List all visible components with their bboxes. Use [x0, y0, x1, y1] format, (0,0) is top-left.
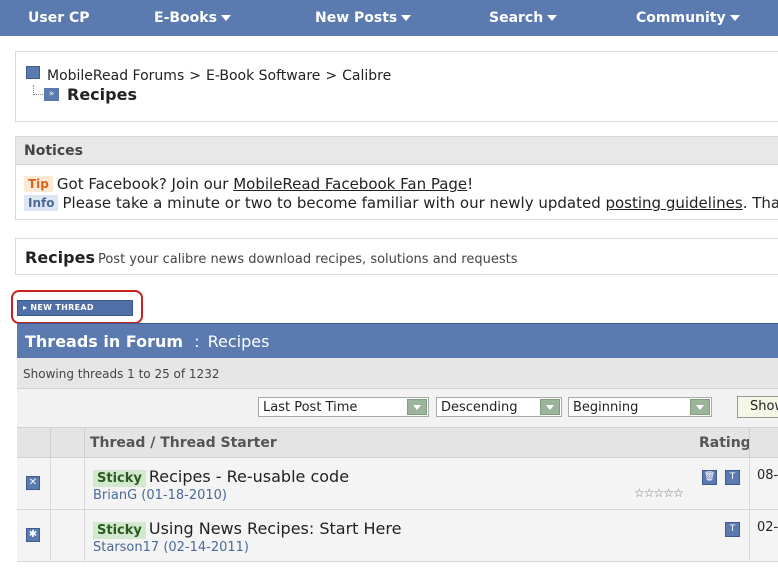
- thread-title-link[interactable]: Sticky Using News Recipes: Start Here: [93, 519, 401, 539]
- breadcrumb-separator: >: [189, 68, 201, 84]
- column-divider: [749, 428, 750, 457]
- nav-label: Community: [636, 10, 726, 26]
- notices-box: Notices Tip Got Facebook? Join our Mobile…: [15, 136, 778, 220]
- posting-guidelines-link[interactable]: posting guidelines: [605, 194, 742, 212]
- chevron-down-icon: [401, 15, 412, 21]
- sort-by-select[interactable]: Last Post Time: [258, 397, 429, 417]
- nav-label: Search: [489, 10, 544, 26]
- date-range-value: Beginning: [573, 400, 639, 415]
- tip-badge: Tip: [24, 176, 53, 192]
- breadcrumb-separator: >: [325, 68, 338, 84]
- new-thread-button[interactable]: ▸ NEW THREAD: [17, 300, 133, 316]
- notice-info: Info Please take a minute or two to becom…: [24, 194, 778, 212]
- info-badge: Info: [24, 195, 59, 211]
- status-cell: ✕: [17, 458, 51, 509]
- chevron-down-icon: [220, 15, 231, 21]
- chevron-down-icon: [729, 15, 740, 21]
- trash-icon[interactable]: 🗑: [702, 470, 717, 485]
- last-post-date: 08-: [757, 468, 778, 483]
- notice-text: . Thanks!: [742, 194, 778, 212]
- table-row: ✕ Sticky Recipes - Re-usable code BrianG …: [17, 458, 778, 510]
- nav-community[interactable]: Community: [636, 10, 740, 26]
- threads-header: Threads in Forum : Recipes: [17, 323, 778, 358]
- nav-label: E-Books: [154, 10, 217, 26]
- page-title: Recipes: [67, 85, 137, 104]
- top-navbar: User CP E-Books New Posts Search Communi…: [0, 0, 778, 36]
- forum-home-icon[interactable]: [26, 66, 40, 79]
- starter-name[interactable]: Starson17: [93, 540, 159, 555]
- notice-tip: Tip Got Facebook? Join our MobileRead Fac…: [24, 175, 473, 193]
- tree-connector: [33, 85, 43, 95]
- date-range-select[interactable]: Beginning: [568, 397, 712, 417]
- notice-text: Got Facebook? Join our: [56, 175, 234, 193]
- icon-column-header: [51, 428, 85, 457]
- nav-label: New Posts: [315, 10, 398, 26]
- last-post-date: 02-: [757, 520, 778, 535]
- notice-text: !: [467, 175, 474, 193]
- threads-forum-name: Recipes: [207, 332, 270, 351]
- facebook-fan-page-link[interactable]: MobileRead Facebook Fan Page: [233, 175, 467, 193]
- attachment-icon[interactable]: T: [725, 470, 740, 485]
- status-cell: ✱: [17, 510, 51, 561]
- threads-count: Showing threads 1 to 25 of 1232: [17, 358, 778, 389]
- forward-arrow-icon: »: [44, 88, 59, 101]
- threads-separator: :: [194, 332, 200, 351]
- chevron-down-icon: [407, 399, 427, 415]
- breadcrumb-link-calibre[interactable]: Calibre: [342, 68, 391, 84]
- notice-text: Please take a minute or two to become fa…: [62, 194, 606, 212]
- starter-name[interactable]: BrianG: [93, 488, 137, 503]
- nav-user-cp[interactable]: User CP: [28, 10, 90, 26]
- nav-new-posts[interactable]: New Posts: [315, 10, 412, 26]
- chevron-down-icon: [690, 399, 710, 415]
- thread-column-header[interactable]: Thread / Thread Starter: [90, 435, 277, 451]
- breadcrumb-link-mobileread[interactable]: MobileRead Forums: [47, 68, 184, 84]
- icon-cell: [51, 458, 85, 509]
- show-threads-button[interactable]: Show T: [737, 396, 778, 418]
- thread-title-link[interactable]: Sticky Recipes - Re-usable code: [93, 467, 349, 487]
- column-divider: [749, 510, 750, 561]
- threads-title: Threads in Forum: [25, 332, 184, 351]
- breadcrumb-link-ebook-software[interactable]: E-Book Software: [206, 68, 320, 84]
- sticky-badge: Sticky: [93, 470, 146, 487]
- attachment-icon[interactable]: T: [725, 522, 740, 537]
- sticky-badge: Sticky: [93, 522, 146, 539]
- forum-description: Post your calibre news download recipes,…: [97, 252, 518, 267]
- start-date: (01-18-2010): [141, 488, 227, 503]
- thread-starter: BrianG (01-18-2010): [93, 488, 227, 503]
- rating-column-header[interactable]: Rating: [699, 435, 751, 451]
- notices-heading: Notices: [16, 137, 778, 165]
- start-date: (02-14-2011): [163, 540, 250, 555]
- forum-description-box: Recipes Post your calibre news download r…: [15, 238, 778, 275]
- column-divider: [749, 458, 750, 509]
- thread-list-header: Thread / Thread Starter Rating: [17, 427, 778, 458]
- nav-label: User CP: [28, 10, 90, 26]
- sort-order-select[interactable]: Descending: [436, 397, 562, 417]
- thread-title: Recipes - Re-usable code: [148, 467, 350, 486]
- thread-status-icon: ✱: [26, 528, 40, 542]
- nav-ebooks[interactable]: E-Books: [154, 10, 231, 26]
- icon-cell: [51, 510, 85, 561]
- thread-starter: Starson17 (02-14-2011): [93, 540, 249, 555]
- breadcrumb-trail: MobileRead Forums > E-Book Software > Calibr…: [47, 68, 391, 84]
- rating-stars: ☆☆☆☆☆: [634, 486, 684, 500]
- chevron-down-icon: [540, 399, 560, 415]
- status-column-header: [17, 428, 51, 457]
- new-thread-label: NEW THREAD: [30, 303, 94, 312]
- thread-status-icon: ✕: [26, 476, 40, 490]
- sort-order-value: Descending: [441, 400, 518, 415]
- breadcrumb: MobileRead Forums > E-Book Software > Calibr…: [15, 51, 778, 122]
- sort-bar: Last Post Time Descending Beginning Show…: [17, 389, 778, 427]
- nav-search[interactable]: Search: [489, 10, 558, 26]
- thread-title: Using News Recipes: Start Here: [148, 519, 402, 538]
- table-row: ✱ Sticky Using News Recipes: Start Here S…: [17, 510, 778, 562]
- forum-name: Recipes: [25, 248, 95, 267]
- chevron-down-icon: [547, 15, 558, 21]
- sort-by-value: Last Post Time: [263, 400, 358, 415]
